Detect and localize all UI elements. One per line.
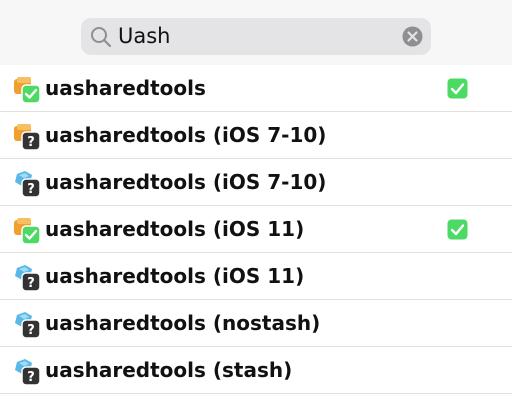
svg-text:?: ? <box>27 135 35 150</box>
search-icon <box>91 27 112 48</box>
package-name: uasharedtools (iOS 7-10) <box>45 123 327 147</box>
package-row[interactable]: ? uasharedtools (stash) <box>0 347 512 394</box>
package-row[interactable]: ? uasharedtools (iOS 7-10) <box>0 112 512 159</box>
package-unknown-icon: ? <box>15 359 41 386</box>
package-row[interactable]: ? uasharedtools (nostash) <box>0 300 512 347</box>
installed-checkmark-icon <box>447 219 468 240</box>
clear-icon[interactable] <box>402 26 423 47</box>
package-unknown-icon: ? <box>15 265 41 292</box>
package-name: uasharedtools (iOS 7-10) <box>45 170 327 194</box>
package-unknown-icon: ? <box>14 124 41 151</box>
package-installed-icon <box>14 77 41 104</box>
installed-checkmark-icon <box>447 78 468 99</box>
package-row[interactable]: uasharedtools <box>0 65 512 112</box>
svg-text:?: ? <box>27 323 35 338</box>
package-name: uasharedtools (stash) <box>45 358 293 382</box>
package-row[interactable]: ? uasharedtools (iOS 11) <box>0 253 512 300</box>
package-unknown-icon: ? <box>15 171 41 198</box>
package-row[interactable]: ? uasharedtools (iOS 7-10) <box>0 159 512 206</box>
search-bar <box>0 0 512 66</box>
package-name: uasharedtools (iOS 11) <box>45 217 305 241</box>
package-name: uasharedtools (nostash) <box>45 311 321 335</box>
package-list: uasharedtools? uasharedtools (iOS 7-10)? u… <box>0 65 512 394</box>
package-unknown-icon: ? <box>15 312 41 339</box>
svg-text:?: ? <box>27 276 35 291</box>
svg-text:?: ? <box>27 182 35 197</box>
svg-text:?: ? <box>27 370 35 385</box>
search-field[interactable] <box>81 18 431 55</box>
package-installed-icon <box>14 218 41 245</box>
package-name: uasharedtools (iOS 11) <box>45 264 305 288</box>
package-row[interactable]: uasharedtools (iOS 11) <box>0 206 512 253</box>
search-input[interactable] <box>118 18 398 55</box>
package-name: uasharedtools <box>45 76 206 100</box>
